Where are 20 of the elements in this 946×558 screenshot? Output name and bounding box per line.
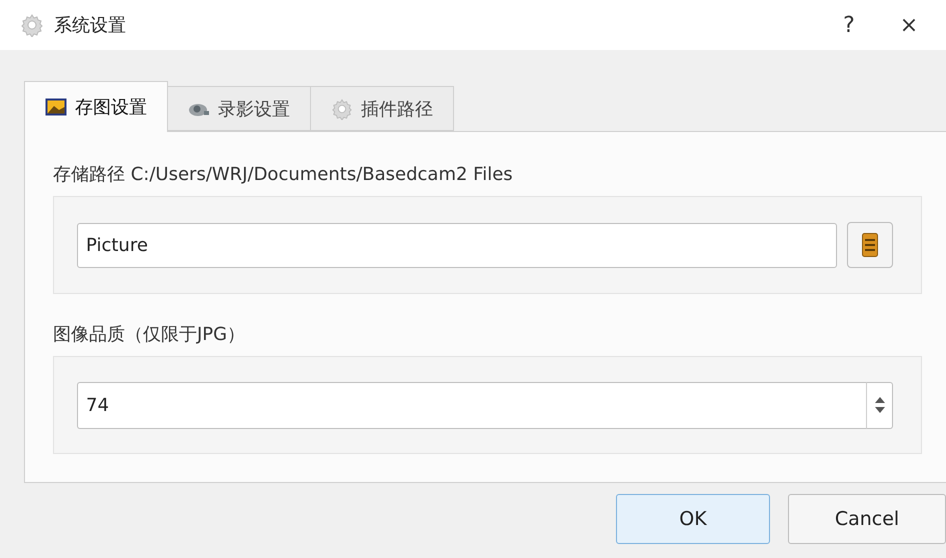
help-button[interactable]: ? [824, 5, 874, 45]
close-button[interactable]: × [884, 5, 934, 45]
gear-icon [20, 13, 44, 37]
dialog-button[interactable]: OK [616, 494, 770, 544]
browse-button[interactable] [847, 222, 893, 268]
tab[interactable]: 录影设置 [167, 86, 311, 131]
window-title: 系统设置 [54, 14, 127, 37]
storage-path-label: 存储路径 C:/Users/WRJ/Documents/Basedcam2 Files [53, 163, 514, 186]
gear-icon [331, 98, 353, 120]
quality-field[interactable]: 74 [77, 382, 867, 428]
dialog-button[interactable]: Cancel [788, 494, 946, 544]
tab[interactable]: 插件路径 [310, 86, 454, 131]
tab[interactable]: 存图设置 [24, 81, 168, 132]
cabinet-icon [862, 233, 878, 257]
spin-buttons[interactable] [867, 382, 893, 428]
down-arrow-icon[interactable] [874, 407, 884, 413]
picture-icon [45, 98, 67, 116]
quality-label: 图像品质（仅限于JPG） [53, 323, 246, 346]
folder-name-field[interactable]: Picture [77, 222, 837, 268]
up-arrow-icon[interactable] [874, 397, 884, 403]
